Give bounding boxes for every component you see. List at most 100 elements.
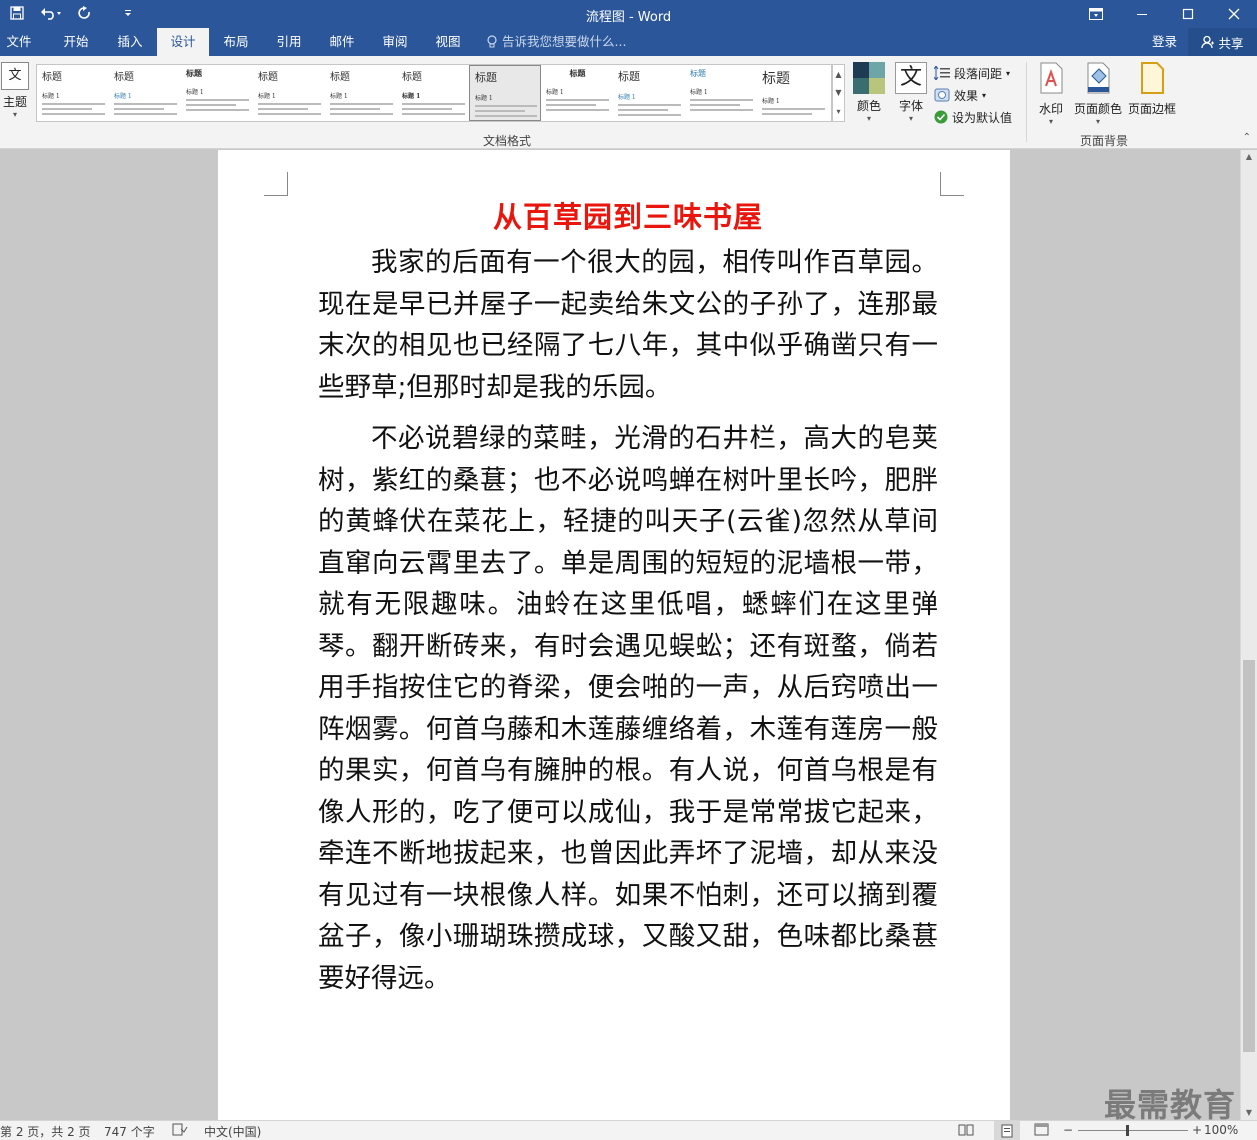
ribbon-tabs: 文件 开始 插入 设计 布局 引用 邮件 审阅 视图 告诉我您想要做什么... … <box>0 28 1257 56</box>
fonts-dropdown-icon: ▾ <box>908 114 913 123</box>
scroll-thumb[interactable] <box>1243 660 1255 1052</box>
paragraph-spacing-dropdown-icon: ▾ <box>1006 68 1011 78</box>
zoom-out-icon[interactable]: − <box>1063 1123 1073 1137</box>
person-icon <box>1201 35 1215 49</box>
page-color-dropdown-icon: ▾ <box>1095 117 1100 126</box>
page-count[interactable]: 第 2 页，共 2 页 <box>0 1123 91 1140</box>
fonts-label: 字体 <box>898 99 923 113</box>
tab-review[interactable]: 审阅 <box>369 28 421 56</box>
gallery-scroll-down-icon[interactable]: ▼ <box>835 88 841 97</box>
color-swatch-cell <box>869 78 885 94</box>
fonts-button[interactable]: 文 字体 ▾ <box>894 62 928 123</box>
tell-me-placeholder: 告诉我您想要做什么... <box>502 34 627 49</box>
zoom-slider[interactable] <box>1078 1130 1188 1131</box>
tab-mailings[interactable]: 邮件 <box>316 28 368 56</box>
window-title: 流程图 - Word <box>585 10 672 25</box>
colors-dropdown-icon: ▾ <box>866 114 871 123</box>
watermark-button[interactable]: 水印 ▾ <box>1036 62 1066 126</box>
paragraph-spacing-label: 段落间距 <box>954 66 1003 81</box>
tab-insert[interactable]: 插入 <box>104 28 156 56</box>
gallery-more-icon[interactable]: ▾ <box>836 107 840 116</box>
scroll-down-icon[interactable]: ▼ <box>1241 1106 1257 1120</box>
share-button[interactable]: 共享 <box>1188 28 1257 56</box>
vertical-scrollbar[interactable]: ▲ ▼ <box>1240 150 1257 1120</box>
page-borders-icon <box>1141 62 1164 94</box>
title-bar: 流程图 - Word <box>0 0 1257 28</box>
proofing-icon[interactable] <box>172 1123 188 1140</box>
page-borders-label: 页面边框 <box>1127 102 1176 116</box>
themes-dropdown-icon: ▾ <box>12 110 17 119</box>
tab-home[interactable]: 开始 <box>50 28 102 56</box>
colors-label: 颜色 <box>856 99 881 113</box>
corner-watermark: 最需教育 <box>1104 1086 1237 1124</box>
effects-button[interactable]: 效果 ▾ <box>934 84 1012 106</box>
style-set-item[interactable]: 标题 标题 1 <box>757 65 829 121</box>
share-label: 共享 <box>1218 35 1244 51</box>
gallery-scroll[interactable]: ▲ ▼ ▾ <box>832 64 845 122</box>
zoom-slider-thumb[interactable] <box>1126 1125 1129 1136</box>
style-set-item[interactable]: 标题 标题 1 <box>253 65 325 121</box>
style-set-item[interactable]: 标题 标题 1 <box>613 65 685 121</box>
document-paragraph[interactable]: 不必说碧绿的菜畦，光滑的石井栏，高大的皂荚树，紫红的桑葚；也不必说鸣蝉在树叶里长… <box>318 418 938 999</box>
colors-button[interactable]: 颜色 ▾ <box>853 62 885 123</box>
document-page[interactable]: 从百草园到三味书屋 我家的后面有一个很大的园，相传叫作百草园。现在是早已并屋子一… <box>218 150 1010 1120</box>
page-corner-mark <box>940 172 964 196</box>
document-formatting-gallery: 标题 标题 1 标题 标题 1 标题 标题 1 标题 标题 1 标题 标题 1 标题 标题 … <box>36 64 832 122</box>
gallery-scroll-up-icon[interactable]: ▲ <box>835 70 841 79</box>
maximize-button[interactable] <box>1165 0 1211 28</box>
page-color-button[interactable]: 页面颜色 ▾ <box>1072 62 1124 126</box>
close-icon <box>1228 8 1240 20</box>
window-controls <box>1073 0 1257 28</box>
page-borders-button[interactable]: 页面边框 <box>1126 62 1178 117</box>
paragraph-spacing-button[interactable]: 段落间距 ▾ <box>934 62 1012 84</box>
effects-dropdown-icon: ▾ <box>982 90 987 100</box>
ribbon: 文 主题 ▾ 标题 标题 1 标题 标题 1 标题 标题 1 标题 标题 1 标题 标题 … <box>0 56 1257 149</box>
set-as-default-label: 设为默认值 <box>952 110 1013 125</box>
print-layout-icon[interactable] <box>994 1121 1020 1140</box>
tell-me-box[interactable]: 告诉我您想要做什么... <box>486 28 626 56</box>
set-as-default-button[interactable]: 设为默认值 <box>934 106 1012 128</box>
style-set-item[interactable]: 标题 标题 1 <box>541 65 613 121</box>
style-set-item[interactable]: 标题 标题 1 <box>397 65 469 121</box>
style-set-item[interactable]: 标题 标题 1 <box>181 65 253 121</box>
tab-file[interactable]: 文件 <box>0 28 38 56</box>
color-swatch-cell <box>869 62 885 78</box>
tab-layout[interactable]: 布局 <box>210 28 262 56</box>
theme-icon: 文 <box>1 62 29 90</box>
collapse-ribbon-icon[interactable]: ⌃ <box>1243 132 1251 143</box>
scroll-up-icon[interactable]: ▲ <box>1241 150 1257 164</box>
color-swatch-cell <box>853 78 869 94</box>
word-count[interactable]: 747 个字 <box>104 1123 155 1140</box>
language-indicator[interactable]: 中文(中国) <box>204 1123 261 1140</box>
read-mode-icon[interactable] <box>958 1123 974 1140</box>
themes-label: 主题 <box>2 95 27 109</box>
web-layout-icon[interactable] <box>1034 1123 1050 1140</box>
format-small-buttons: 段落间距 ▾ 效果 ▾ 设为默认值 <box>934 62 1012 128</box>
document-area: 从百草园到三味书屋 我家的后面有一个很大的园，相传叫作百草园。现在是早已并屋子一… <box>0 150 1240 1120</box>
themes-button[interactable]: 文 主题 ▾ <box>0 62 30 124</box>
style-set-item[interactable]: 标题 标题 1 <box>37 65 109 121</box>
watermark-dropdown-icon: ▾ <box>1048 117 1053 126</box>
document-title[interactable]: 从百草园到三味书屋 <box>318 194 938 236</box>
close-button[interactable] <box>1211 0 1257 28</box>
style-set-item[interactable]: 标题 标题 1 <box>325 65 397 121</box>
minimize-button[interactable] <box>1119 0 1165 28</box>
style-set-item-selected[interactable]: 标题 标题 1 <box>469 65 541 121</box>
style-set-item[interactable]: 标题 标题 1 <box>685 65 757 121</box>
effects-icon <box>934 88 950 102</box>
status-bar: 第 2 页，共 2 页 747 个字 中文(中国) − + 100% <box>0 1120 1257 1140</box>
ribbon-display-options-button[interactable] <box>1073 0 1119 28</box>
page-background-group-label: 页面背景 <box>1080 134 1129 148</box>
paragraph-spacing-icon <box>934 66 950 80</box>
maximize-icon <box>1182 8 1194 20</box>
checkmark-icon <box>934 110 948 124</box>
ribbon-display-icon <box>1089 8 1103 20</box>
document-paragraph[interactable]: 我家的后面有一个很大的园，相传叫作百草园。现在是早已并屋子一起卖给朱文公的子孙了… <box>318 242 938 408</box>
tab-design[interactable]: 设计 <box>157 28 209 56</box>
tab-references[interactable]: 引用 <box>263 28 315 56</box>
login-link[interactable]: 登录 <box>1152 28 1177 56</box>
tab-view[interactable]: 视图 <box>422 28 474 56</box>
style-set-item[interactable]: 标题 标题 1 <box>109 65 181 121</box>
page-corner-mark <box>264 172 288 196</box>
fonts-icon: 文 <box>895 62 927 94</box>
